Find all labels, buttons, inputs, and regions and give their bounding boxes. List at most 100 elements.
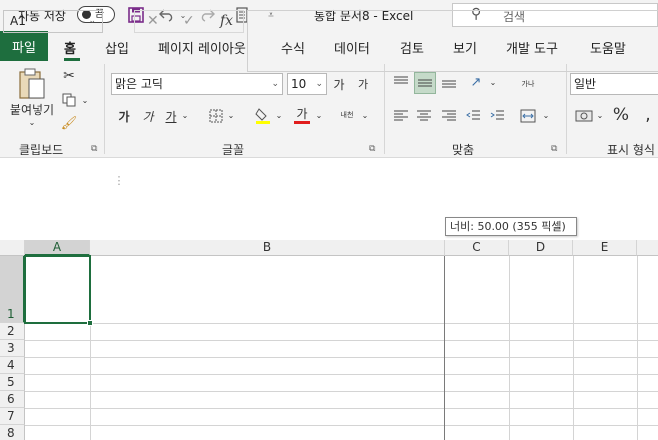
formula-bar-grip-icon[interactable]: ⋮ [113, 172, 125, 188]
font-name-value: 맑은 고딕 [115, 77, 163, 91]
increase-indent-icon[interactable] [487, 106, 507, 126]
group-divider [566, 64, 567, 154]
borders-icon[interactable] [207, 107, 225, 125]
name-box[interactable]: A1 ⌄ [3, 10, 103, 33]
number-format-value: 일반 [574, 77, 597, 91]
underline-dropdown-icon[interactable]: ⌄ [180, 110, 190, 120]
enter-icon[interactable]: ✓ [183, 13, 195, 29]
gridline [25, 340, 658, 341]
tab-home[interactable]: 홈 [64, 38, 76, 57]
column-header-b[interactable]: B [90, 240, 445, 256]
gridline [637, 256, 638, 440]
comma-style-icon[interactable]: , [638, 104, 658, 126]
shrink-font-button[interactable]: 가 [354, 75, 372, 93]
orientation-icon[interactable]: ↗ [465, 72, 487, 92]
row-header-3[interactable]: 3 [0, 340, 25, 357]
font-name-select[interactable]: 맑은 고딕 ⌄ [111, 73, 283, 95]
gridline [509, 256, 510, 440]
grow-font-button[interactable]: 가 [330, 75, 348, 93]
align-center-icon[interactable] [414, 106, 434, 126]
wrap-text-button[interactable]: 가나 [518, 74, 538, 94]
chevron-down-icon: ⌄ [315, 79, 323, 89]
row-header-6[interactable]: 6 [0, 391, 25, 408]
font-size-select[interactable]: 10 ⌄ [287, 73, 327, 95]
cut-icon[interactable]: ✂ [61, 68, 77, 84]
gridline [25, 425, 658, 426]
format-painter-icon[interactable]: 🖌 [60, 115, 78, 131]
column-header-e[interactable]: E [573, 240, 637, 256]
font-size-value: 10 [291, 77, 307, 91]
tab-insert[interactable]: 삽입 [105, 38, 129, 57]
gridline [25, 374, 658, 375]
borders-dropdown-icon[interactable]: ⌄ [226, 110, 236, 120]
italic-button[interactable]: 가 [138, 107, 158, 125]
insert-function-button[interactable]: fx [220, 13, 233, 29]
phonetic-guide-button[interactable]: 내천 [336, 106, 358, 124]
font-color-button[interactable]: 가 [293, 104, 311, 126]
align-middle-icon[interactable] [414, 72, 436, 94]
column-header-f[interactable] [637, 240, 658, 256]
alignment-group-label: 맞춤 [452, 143, 475, 157]
row-header-1[interactable]: 1 [0, 256, 25, 323]
align-left-icon[interactable] [391, 106, 411, 126]
chevron-down-icon: ⌄ [271, 79, 279, 89]
phonetic-dropdown-icon[interactable]: ⌄ [360, 110, 370, 120]
orientation-dropdown-icon[interactable]: ⌄ [488, 77, 498, 87]
tab-file[interactable]: 파일 [0, 31, 48, 61]
row-header-8[interactable]: 8 [0, 425, 25, 440]
font-color-swatch [294, 120, 310, 124]
accounting-dropdown-icon[interactable]: ⌄ [595, 110, 605, 120]
fill-handle[interactable] [87, 320, 93, 326]
accounting-format-icon[interactable] [573, 106, 595, 126]
decrease-indent-icon[interactable] [463, 106, 483, 126]
row-header-4[interactable]: 4 [0, 357, 25, 374]
font-color-dropdown-icon[interactable]: ⌄ [314, 110, 324, 120]
merge-dropdown-icon[interactable]: ⌄ [541, 110, 551, 120]
paste-dropdown-icon[interactable]: ⌄ [26, 117, 38, 127]
column-header-d[interactable]: D [509, 240, 573, 256]
chevron-down-icon: ⌄ [88, 16, 96, 26]
clipboard-launcher-icon[interactable]: ⧉ [91, 144, 97, 154]
paste-icon[interactable] [14, 66, 50, 102]
copy-icon[interactable] [60, 92, 78, 108]
name-box-value: A1 [10, 14, 26, 28]
align-right-icon[interactable] [439, 106, 459, 126]
select-all-button[interactable] [0, 240, 25, 256]
fill-color-icon[interactable] [254, 106, 272, 126]
number-group-label: 표시 형식 [607, 143, 655, 157]
group-divider [384, 64, 385, 154]
row-header-2[interactable]: 2 [0, 323, 25, 340]
align-top-icon[interactable] [391, 72, 411, 92]
column-width-tooltip: 너비: 50.00 (355 픽셀) [445, 217, 577, 236]
font-launcher-icon[interactable]: ⧉ [369, 144, 375, 154]
row-header-5[interactable]: 5 [0, 374, 25, 391]
paste-button-label[interactable]: 붙여넣기 [6, 102, 58, 117]
bold-button[interactable]: 가 [114, 107, 134, 125]
formula-input[interactable] [247, 10, 658, 72]
ribbon [0, 61, 658, 158]
column-header-c[interactable]: C [445, 240, 509, 256]
merge-center-icon[interactable] [518, 106, 538, 126]
underline-button[interactable]: 가 [161, 107, 181, 125]
gridline [25, 391, 658, 392]
cancel-icon[interactable]: ✕ [147, 13, 159, 29]
formula-buttons: ✕ ✓ fx [134, 10, 244, 33]
align-bottom-icon[interactable] [439, 72, 459, 92]
column-resize-guide [444, 256, 445, 440]
tab-page-layout[interactable]: 페이지 레이아웃 [158, 38, 246, 57]
clipboard-group-label: 클립보드 [19, 143, 64, 157]
gridline [25, 323, 658, 324]
worksheet-grid[interactable]: A B C D E 1 2 3 4 5 6 7 8 [0, 240, 658, 440]
font-group-label: 글꼴 [222, 143, 245, 157]
gridline [25, 408, 658, 409]
gridline [573, 256, 574, 440]
copy-dropdown-icon[interactable]: ⌄ [80, 95, 90, 105]
row-header-7[interactable]: 7 [0, 408, 25, 425]
group-divider [104, 64, 105, 154]
selected-cell-a1[interactable] [24, 255, 93, 326]
number-format-select[interactable]: 일반 [570, 73, 658, 95]
column-header-a[interactable]: A [25, 240, 90, 256]
alignment-launcher-icon[interactable]: ⧉ [551, 144, 557, 154]
fill-color-dropdown-icon[interactable]: ⌄ [274, 110, 284, 120]
percent-style-button[interactable]: % [611, 104, 631, 126]
